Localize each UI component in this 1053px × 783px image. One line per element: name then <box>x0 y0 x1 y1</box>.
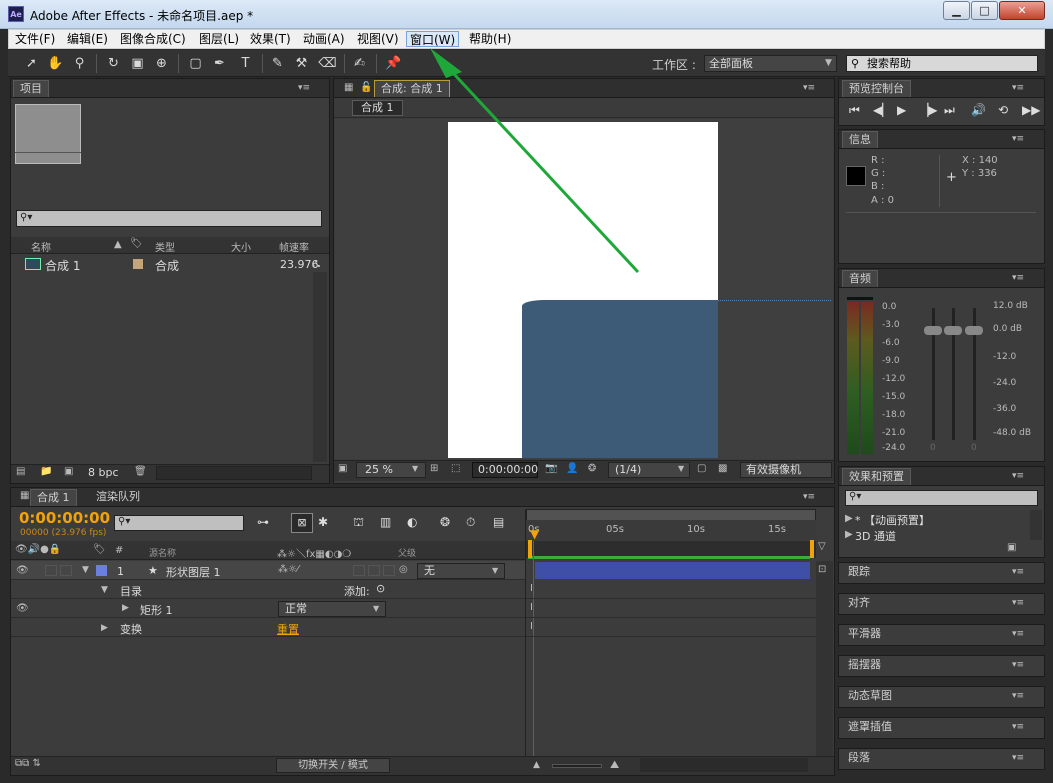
green-arrow-annotation <box>430 48 640 274</box>
arrow-head <box>430 48 462 78</box>
arrow-shaft <box>439 58 640 274</box>
